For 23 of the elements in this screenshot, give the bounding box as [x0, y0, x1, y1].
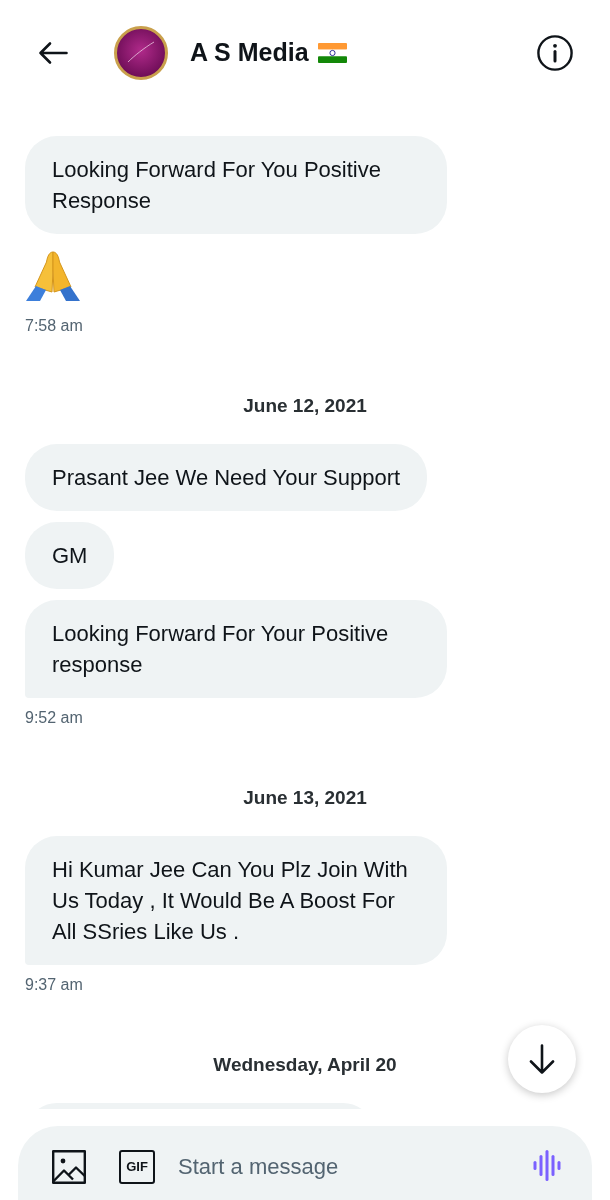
date-divider: June 12, 2021: [243, 394, 367, 418]
gif-button[interactable]: GIF: [119, 1150, 155, 1184]
message-text: Hi Kumar Jee Can You Plz Join With Us Today , It Would Be A Boost For All SSries Like Us .: [52, 856, 409, 946]
message-text: Looking Forward For Your Positive response: [52, 620, 390, 679]
message-text: Prasant Jee We Need Your Support: [52, 464, 401, 492]
message-time: 7:58 am: [25, 316, 83, 336]
image-icon[interactable]: [52, 1150, 86, 1184]
back-arrow-icon[interactable]: [38, 41, 68, 65]
date-divider: June 13, 2021: [243, 786, 367, 810]
message-text: GM: [52, 542, 88, 570]
audio-wave-icon[interactable]: [532, 1150, 562, 1181]
flag-icon: [317, 43, 347, 63]
avatar-image[interactable]: [114, 26, 168, 80]
message-text: Looking Forward For You Positive Response: [52, 156, 382, 215]
arrow-down-icon: [529, 1044, 555, 1074]
conversation-title: A S Media: [190, 37, 309, 69]
scroll-down-button[interactable]: [508, 1025, 576, 1093]
praying-hands-icon: [25, 250, 81, 302]
date-divider: Wednesday, April 20: [213, 1053, 397, 1077]
message-time: 9:37 am: [25, 975, 83, 995]
message-time: 9:52 am: [25, 708, 83, 728]
info-icon[interactable]: [537, 35, 573, 71]
message-composer[interactable]: GIF Start a message: [18, 1126, 592, 1200]
